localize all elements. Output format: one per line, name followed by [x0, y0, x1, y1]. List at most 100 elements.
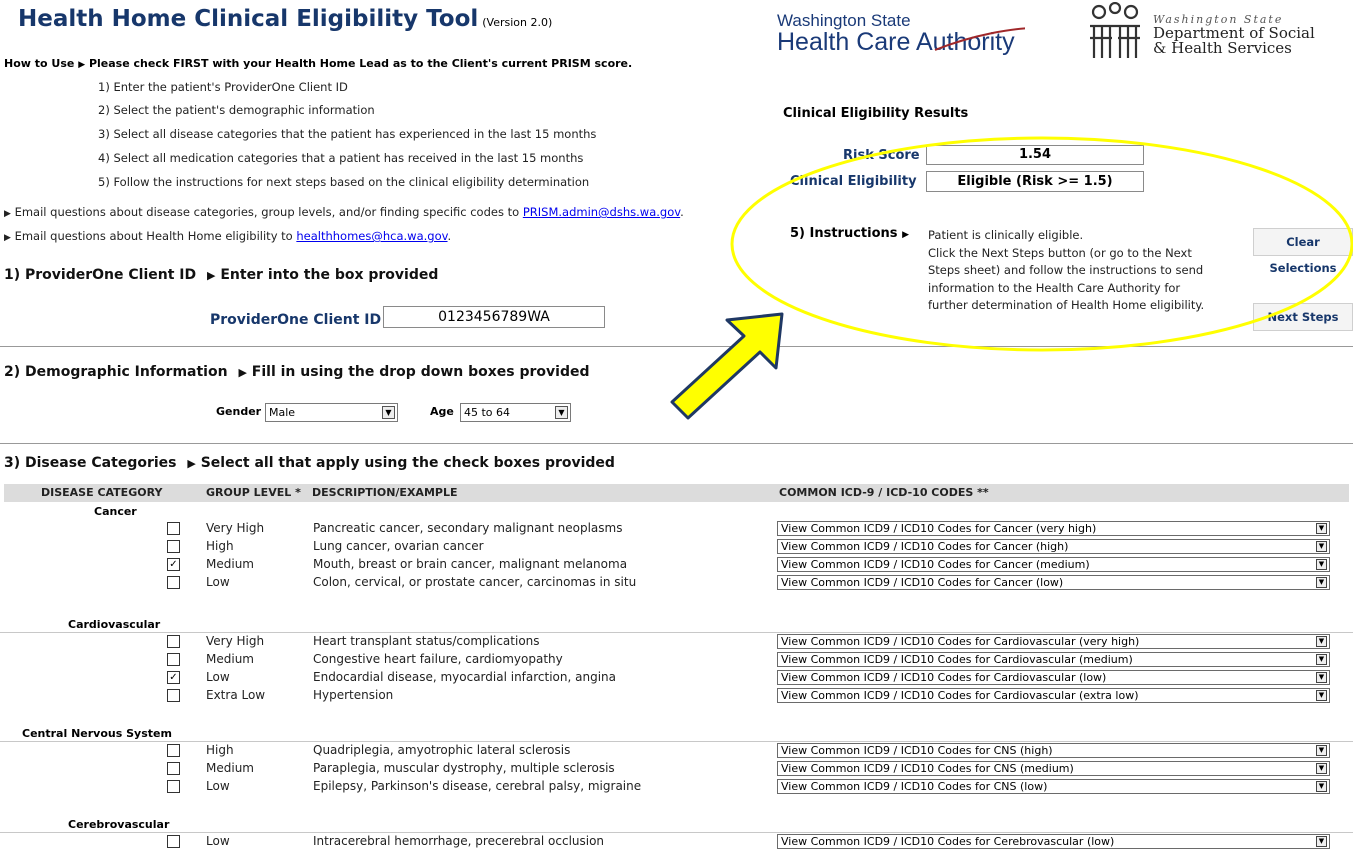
codes-select[interactable]: View Common ICD9 / ICD10 Codes for CNS (…	[777, 761, 1330, 776]
how-to-use-text: Please check FIRST with your Health Home…	[88, 57, 633, 70]
group-level: Medium	[206, 652, 254, 666]
clinical-eligibility-value: Eligible (Risk >= 1.5)	[926, 171, 1144, 192]
col-description: DESCRIPTION/EXAMPLE	[312, 486, 458, 499]
group-level: Very High	[206, 521, 265, 535]
version-label: (Version 2.0)	[482, 16, 553, 29]
codes-select[interactable]: View Common ICD9 / ICD10 Codes for Cardi…	[777, 670, 1330, 685]
table-row: Low Epilepsy, Parkinson's disease, cerebr…	[0, 779, 1353, 795]
table-row: ✓ Medium Mouth, breast or brain cancer, ma…	[0, 557, 1353, 573]
chevron-down-icon: ▼	[1316, 577, 1327, 588]
group-level: Low	[206, 670, 230, 684]
description: Endocardial disease, myocardial infarcti…	[313, 670, 617, 684]
category-checkbox[interactable]	[167, 744, 180, 757]
description: Colon, cervical, or prostate cancer, car…	[313, 575, 637, 589]
group-level: Medium	[206, 761, 254, 775]
dshs-emblem-icon	[1090, 2, 1140, 58]
col-codes: COMMON ICD-9 / ICD-10 CODES **	[779, 486, 989, 499]
prism-email-link[interactable]: PRISM.admin@dshs.wa.gov	[523, 205, 680, 219]
chevron-down-icon: ▼	[1316, 559, 1327, 570]
table-row: High Lung cancer, ovarian cancer View Comm…	[0, 539, 1353, 555]
chevron-down-icon: ▼	[1316, 654, 1327, 665]
table-row: Medium Paraplegia, muscular dystrophy, mu…	[0, 761, 1353, 777]
codes-select[interactable]: View Common ICD9 / ICD10 Codes for Cance…	[777, 521, 1330, 536]
step-2: 2) Select the patient's demographic info…	[98, 103, 375, 117]
risk-score-label: Risk Score	[843, 148, 920, 163]
description: Intracerebral hemorrhage, precerebral oc…	[313, 834, 605, 848]
triangle-right-icon: ▶	[4, 233, 11, 243]
how-to-use: How to Use ▶ Please check FIRST with you…	[4, 57, 632, 70]
category-name: Cancer	[94, 505, 137, 518]
col-disease-category: DISEASE CATEGORY	[41, 486, 163, 499]
category-divider	[0, 741, 1353, 742]
chevron-down-icon: ▼	[382, 406, 395, 419]
description: Heart transplant status/complications	[313, 634, 540, 648]
chevron-down-icon: ▼	[1316, 636, 1327, 647]
codes-select[interactable]: View Common ICD9 / ICD10 Codes for CNS (…	[777, 779, 1330, 794]
age-label: Age	[430, 405, 454, 418]
page-title: Health Home Clinical Eligibility Tool (Ve…	[18, 6, 552, 32]
chevron-down-icon: ▼	[1316, 781, 1327, 792]
group-level: Medium	[206, 557, 254, 571]
description: Congestive heart failure, cardiomyopathy	[313, 652, 563, 666]
table-row: High Quadriplegia, amyotrophic lateral sc…	[0, 743, 1353, 759]
description: Lung cancer, ovarian cancer	[313, 539, 484, 553]
section2-heading: 2) Demographic Information ▶ Fill in usi…	[4, 364, 590, 380]
codes-select[interactable]: View Common ICD9 / ICD10 Codes for Cereb…	[777, 834, 1330, 849]
yellow-arrow-icon	[670, 312, 784, 420]
table-row: Low Colon, cervical, or prostate cancer, …	[0, 575, 1353, 591]
codes-select[interactable]: View Common ICD9 / ICD10 Codes for Cardi…	[777, 652, 1330, 667]
triangle-right-icon: ▶	[902, 230, 909, 240]
step-1: 1) Enter the patient's ProviderOne Clien…	[98, 80, 348, 94]
age-select[interactable]: 45 to 64 ▼	[460, 403, 571, 422]
category-checkbox[interactable]	[167, 653, 180, 666]
category-checkbox[interactable]: ✓	[167, 671, 180, 684]
chevron-down-icon: ▼	[1316, 763, 1327, 774]
category-name: Cardiovascular	[68, 618, 161, 631]
triangle-right-icon: ▶	[78, 60, 86, 70]
email-healthhomes: ▶ Email questions about Health Home elig…	[4, 229, 452, 243]
gender-select[interactable]: Male ▼	[265, 403, 398, 422]
instructions-label: 5) Instructions ▶	[790, 226, 909, 241]
step-3: 3) Select all disease categories that th…	[98, 127, 597, 141]
codes-select[interactable]: View Common ICD9 / ICD10 Codes for CNS (…	[777, 743, 1330, 758]
category-checkbox[interactable]: ✓	[167, 558, 180, 571]
group-level: Low	[206, 779, 230, 793]
category-checkbox[interactable]	[167, 635, 180, 648]
next-steps-button[interactable]: Next Steps	[1253, 303, 1353, 331]
triangle-right-icon: ▶	[207, 269, 216, 282]
category-checkbox[interactable]	[167, 576, 180, 589]
category-checkbox[interactable]	[167, 762, 180, 775]
chevron-down-icon: ▼	[1316, 672, 1327, 683]
section3-heading: 3) Disease Categories ▶ Select all that …	[4, 455, 615, 471]
triangle-right-icon: ▶	[238, 366, 247, 379]
category-checkbox[interactable]	[167, 522, 180, 535]
category-divider	[0, 832, 1353, 833]
codes-select[interactable]: View Common ICD9 / ICD10 Codes for Cance…	[777, 539, 1330, 554]
category-checkbox[interactable]	[167, 835, 180, 848]
codes-select[interactable]: View Common ICD9 / ICD10 Codes for Cance…	[777, 575, 1330, 590]
triangle-right-icon: ▶	[187, 457, 196, 470]
clear-selections-button[interactable]: Clear Selections	[1253, 228, 1353, 275]
email-prism: ▶ Email questions about disease categori…	[4, 205, 684, 219]
description: Pancreatic cancer, secondary malignant n…	[313, 521, 623, 535]
gender-label: Gender	[216, 405, 262, 418]
category-checkbox[interactable]	[167, 540, 180, 553]
table-row: ✓ Low Endocardial disease, myocardial infa…	[0, 670, 1353, 686]
healthhomes-email-link[interactable]: healthhomes@hca.wa.gov	[296, 229, 447, 243]
col-group-level: GROUP LEVEL *	[206, 486, 301, 499]
chevron-down-icon: ▼	[555, 406, 568, 419]
category-checkbox[interactable]	[167, 780, 180, 793]
results-title: Clinical Eligibility Results	[783, 106, 969, 121]
table-row: Very High Pancreatic cancer, secondary ma…	[0, 521, 1353, 537]
table-row: Very High Heart transplant status/complic…	[0, 634, 1353, 650]
client-id-input[interactable]: 0123456789WA	[383, 306, 605, 328]
codes-select[interactable]: View Common ICD9 / ICD10 Codes for Cardi…	[777, 634, 1330, 649]
category-checkbox[interactable]	[167, 689, 180, 702]
codes-select[interactable]: View Common ICD9 / ICD10 Codes for Cardi…	[777, 688, 1330, 703]
codes-select[interactable]: View Common ICD9 / ICD10 Codes for Cance…	[777, 557, 1330, 572]
description: Paraplegia, muscular dystrophy, multiple…	[313, 761, 615, 775]
category-name: Cerebrovascular	[68, 818, 170, 831]
step-4: 4) Select all medication categories that…	[98, 151, 584, 165]
hca-swoosh	[934, 27, 1025, 51]
group-level: Extra Low	[206, 688, 266, 702]
